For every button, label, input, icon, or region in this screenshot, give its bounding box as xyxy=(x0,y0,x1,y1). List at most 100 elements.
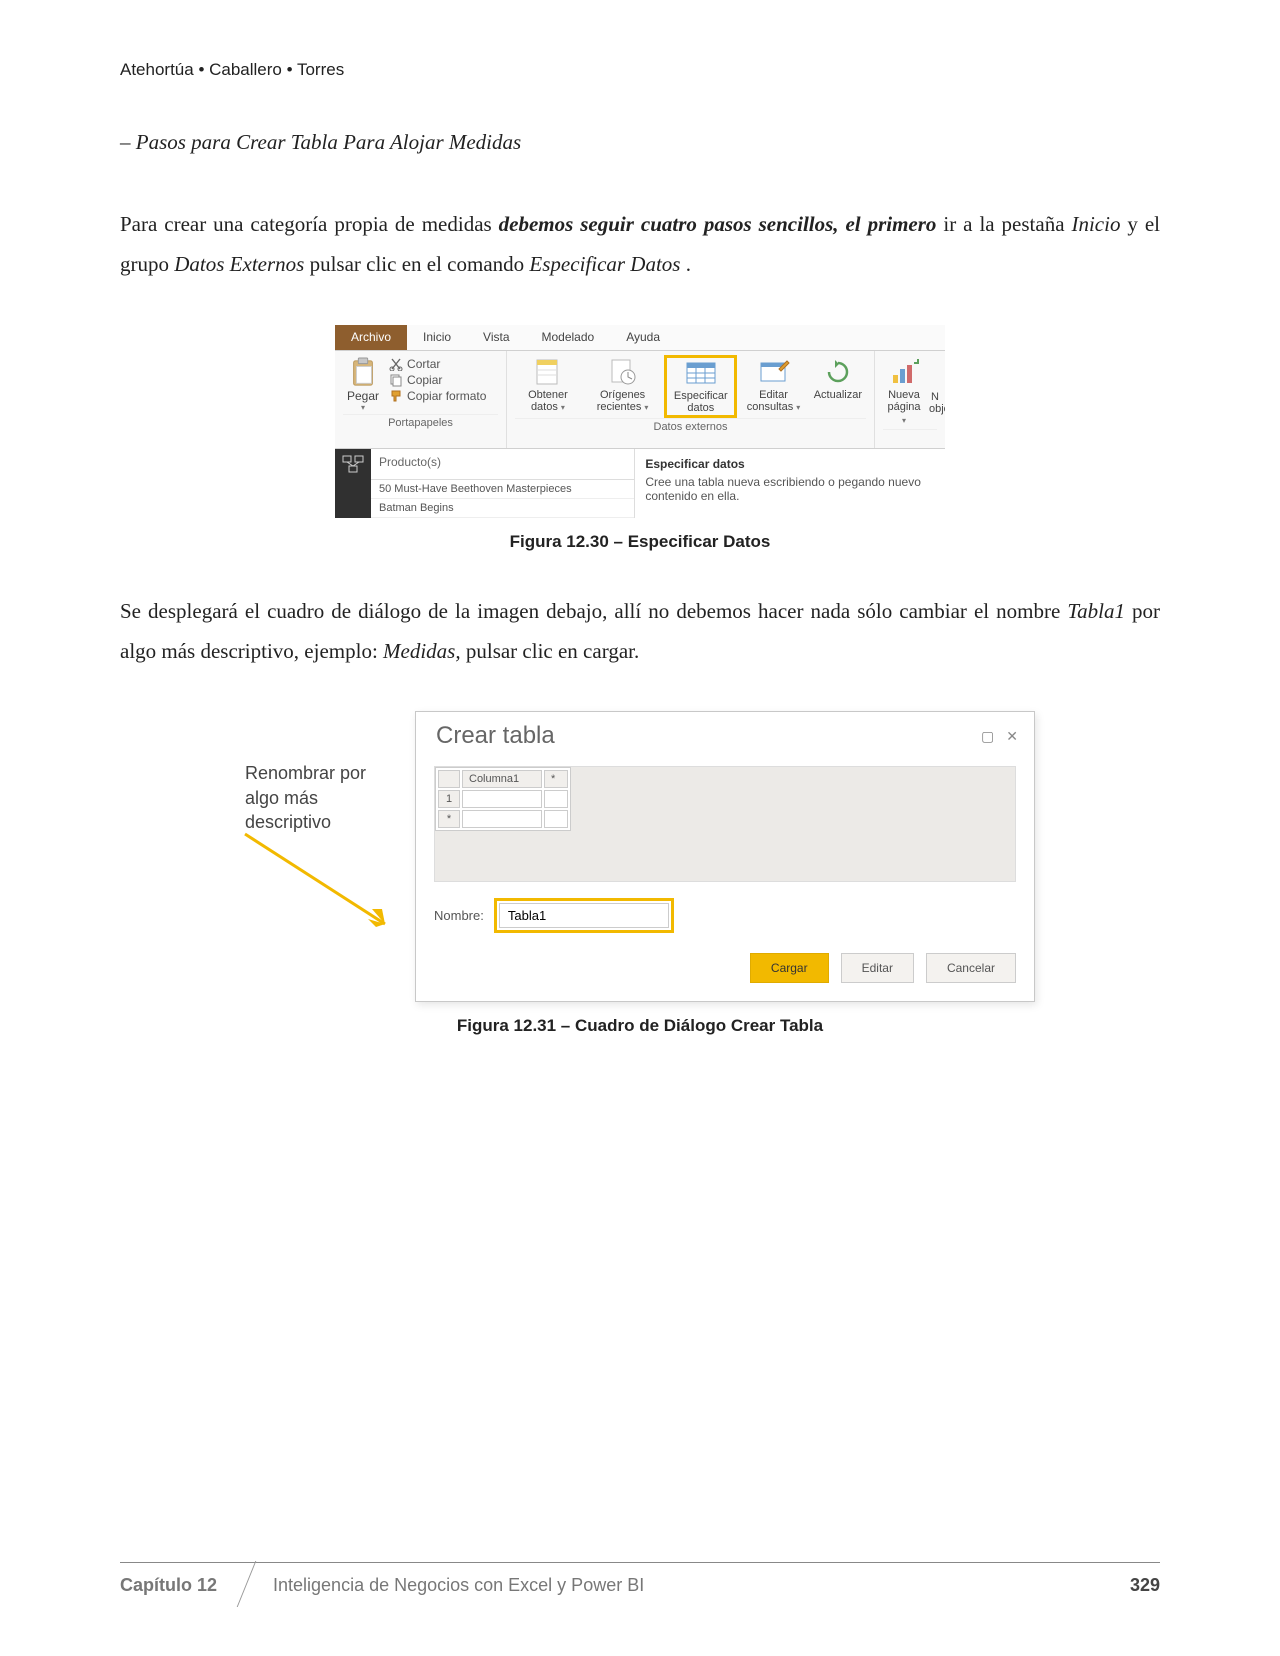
paragraph-1: Para crear una categoría propia de medid… xyxy=(120,205,1160,285)
para2-em-tabla1: Tabla1 xyxy=(1067,599,1125,623)
group-insertar-partial: Nueva página ▾ N obje xyxy=(875,351,945,448)
dialog-title: Crear tabla xyxy=(436,722,555,750)
para2-em-medidas: Medidas, xyxy=(383,639,461,663)
grid-cell-add-1 xyxy=(462,810,542,828)
tab-inicio[interactable]: Inicio xyxy=(407,325,467,350)
grid-addcol-header[interactable]: * xyxy=(544,770,568,788)
grid-row1-num: 1 xyxy=(438,790,460,808)
footer-page-number: 329 xyxy=(1130,1575,1160,1596)
especificar-datos-tooltip: Especificar datos Cree una tabla nueva e… xyxy=(634,449,945,518)
recent-sources-icon xyxy=(606,357,640,387)
group-portapapeles: Pegar ▾ Cortar xyxy=(335,351,507,448)
actualizar-label: Actualizar xyxy=(814,389,862,402)
crear-tabla-dialog: Crear tabla ▢ ✕ Columna1 * 1 xyxy=(415,711,1035,1002)
group-label-datos-externos: Datos externos xyxy=(515,418,866,435)
grid-col1-header[interactable]: Columna1 xyxy=(462,770,542,788)
scissors-icon xyxy=(389,357,403,371)
product-list-header: Producto(s) xyxy=(371,449,634,480)
copy-icon xyxy=(389,373,403,387)
actualizar-button[interactable]: Actualizar xyxy=(810,355,866,404)
editar-label: Editar consultas xyxy=(747,389,793,414)
tab-archivo[interactable]: Archivo xyxy=(335,325,407,350)
tab-vista[interactable]: Vista xyxy=(467,325,525,350)
editar-button[interactable]: Editar xyxy=(841,953,914,983)
para1-em-inicio: Inicio xyxy=(1071,212,1120,236)
product-row-1: 50 Must-Have Beethoven Masterpieces xyxy=(371,480,634,499)
tooltip-title: Especificar datos xyxy=(645,457,935,471)
ribbon-body: Pegar ▾ Cortar xyxy=(335,351,945,449)
name-input-highlight xyxy=(494,898,674,933)
table-name-input[interactable] xyxy=(499,903,669,928)
grid-cell-1-1[interactable] xyxy=(462,790,542,808)
cargar-button[interactable]: Cargar xyxy=(750,953,829,983)
origenes-label: Orígenes recientes xyxy=(597,389,645,414)
name-label: Nombre: xyxy=(434,908,484,923)
group-datos-externos: Obtener datos ▾ Orígenes recientes ▾ Esp… xyxy=(507,351,875,448)
page-footer: Capítulo 12 Inteligencia de Negocios con… xyxy=(120,1562,1160,1596)
footer-chapter: Capítulo 12 xyxy=(120,1575,247,1596)
mini-data-grid[interactable]: Columna1 * 1 * xyxy=(435,767,571,831)
paragraph-2: Se desplegará el cuadro de diálogo de la… xyxy=(120,592,1160,672)
annotation-arrow-icon xyxy=(240,829,400,939)
especificar-label: Especificar datos xyxy=(669,390,732,415)
para2-text-e: pulsar clic en cargar. xyxy=(466,639,639,663)
para1-em-especificar: Especificar Datos xyxy=(529,252,680,276)
figure-1-caption: Figura 12.30 – Especificar Datos xyxy=(120,532,1160,552)
cancelar-button[interactable]: Cancelar xyxy=(926,953,1016,983)
ribbon-tabs: Archivo Inicio Vista Modelado Ayuda xyxy=(335,325,945,351)
obtener-datos-button[interactable]: Obtener datos ▾ xyxy=(515,355,581,416)
grid-addrow-num[interactable]: * xyxy=(438,810,460,828)
format-painter-button[interactable]: Copiar formato xyxy=(389,389,486,403)
especificar-datos-button[interactable]: Especificar datos xyxy=(664,355,737,418)
group-label-portapapeles: Portapapeles xyxy=(343,414,498,431)
figure-2-wrap: Renombrar por algo más descriptivo Crear… xyxy=(120,711,1160,1036)
nav-sidebar-dark xyxy=(335,449,371,518)
para1-text-a: Para crear una categoría propia de medid… xyxy=(120,212,499,236)
cut-label: Cortar xyxy=(407,357,440,371)
footer-title: Inteligencia de Negocios con Excel y Pow… xyxy=(273,1575,1104,1596)
cut-button[interactable]: Cortar xyxy=(389,357,486,371)
window-close-icon[interactable]: ✕ xyxy=(1006,728,1018,745)
refresh-icon xyxy=(821,357,855,387)
paste-caret-icon: ▾ xyxy=(347,403,379,412)
clipboard-icon xyxy=(348,357,378,389)
format-painter-label: Copiar formato xyxy=(407,389,486,403)
product-row-2: Batman Begins xyxy=(371,499,634,518)
model-view-icon[interactable] xyxy=(342,455,364,476)
para1-bold: debemos seguir cuatro pasos sencillos, e… xyxy=(499,212,937,236)
origenes-button[interactable]: Orígenes recientes ▾ xyxy=(581,355,664,416)
tab-modelado[interactable]: Modelado xyxy=(526,325,611,350)
dialog-grid-area: Columna1 * 1 * xyxy=(434,766,1016,882)
para1-em-datos-externos: Datos Externos xyxy=(174,252,304,276)
editar-consultas-button[interactable]: Editar consultas ▾ xyxy=(737,355,809,416)
editar-caret-icon: ▾ xyxy=(796,403,800,412)
obtener-caret-icon: ▾ xyxy=(561,403,565,412)
grid-corner xyxy=(438,770,460,788)
nuevo-objeto-partial[interactable]: N obje xyxy=(925,355,945,418)
figure-2-caption: Figura 12.31 – Cuadro de Diálogo Crear T… xyxy=(120,1016,1160,1036)
figure-1-wrap: Archivo Inicio Vista Modelado Ayuda Pega… xyxy=(120,325,1160,552)
tab-ayuda[interactable]: Ayuda xyxy=(610,325,676,350)
nueva-pagina-button[interactable]: Nueva página ▾ xyxy=(883,355,925,429)
product-list: Producto(s) 50 Must-Have Beethoven Maste… xyxy=(371,449,634,518)
chart-page-icon xyxy=(887,357,921,387)
nueva-caret-icon: ▾ xyxy=(902,416,906,425)
grid-cell-add-add xyxy=(544,810,568,828)
para1-text-g: pulsar clic en el comando xyxy=(310,252,530,276)
tooltip-body: Cree una tabla nueva escribiendo o pegan… xyxy=(645,475,935,503)
window-maximize-icon[interactable]: ▢ xyxy=(981,728,994,745)
ribbon-screenshot: Archivo Inicio Vista Modelado Ayuda Pega… xyxy=(335,325,945,518)
origenes-caret-icon: ▾ xyxy=(644,403,648,412)
para1-text-c: ir a la pestaña xyxy=(943,212,1071,236)
page-header-authors: Atehortúa • Caballero • Torres xyxy=(120,60,1160,80)
table-grid-icon xyxy=(684,358,718,388)
paste-button[interactable]: Pegar ▾ xyxy=(343,355,383,414)
edit-queries-icon xyxy=(757,357,791,387)
para1-text-i: . xyxy=(686,252,691,276)
paste-label: Pegar xyxy=(347,389,379,403)
brush-icon xyxy=(389,389,403,403)
obje-label: N obje xyxy=(929,391,941,416)
below-ribbon-row: Producto(s) 50 Must-Have Beethoven Maste… xyxy=(335,449,945,518)
copy-button[interactable]: Copiar xyxy=(389,373,486,387)
grid-cell-1-add xyxy=(544,790,568,808)
